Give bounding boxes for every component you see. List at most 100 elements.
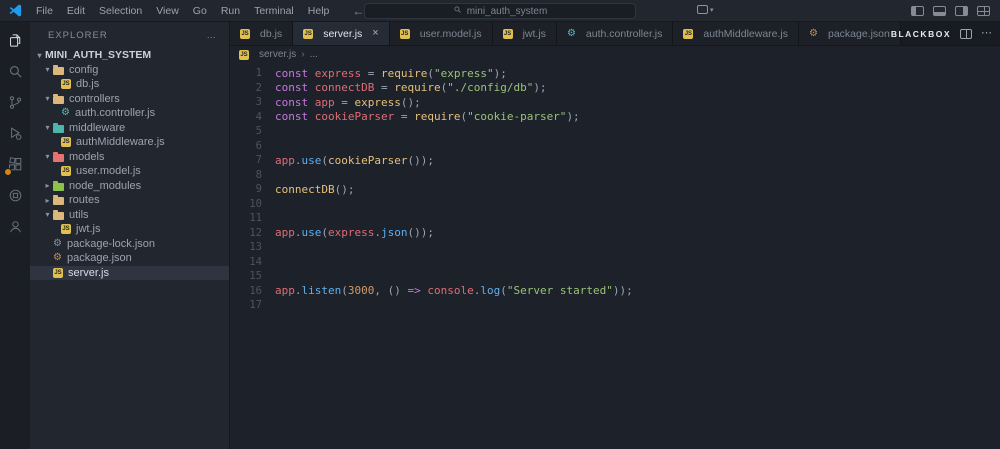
vscode-logo-icon	[8, 3, 23, 18]
code-line[interactable]: 15	[230, 269, 1000, 284]
file-tree: ▾ MINI_AUTH_SYSTEM ▾ config JS db.js ▾ controll…	[30, 48, 229, 280]
close-icon[interactable]: ×	[372, 28, 378, 39]
code-text: const cookieParser = require("cookie-par…	[275, 110, 580, 124]
tree-item-config[interactable]: ▾ config	[30, 63, 229, 78]
tab-bar: JS db.js JS server.js × JS user.model.js JS jwt.…	[230, 22, 1000, 46]
js-file-icon: JS	[683, 28, 694, 39]
editor-more-actions-icon[interactable]: ⋯	[981, 28, 992, 39]
tree-item-mini-auth-system[interactable]: ▾ MINI_AUTH_SYSTEM	[30, 48, 229, 63]
line-number: 14	[249, 255, 262, 268]
code-line[interactable]: 16 app.listen(3000, () => console.log("Se…	[230, 284, 1000, 299]
code-text: const app = express();	[275, 95, 421, 109]
line-number: 7	[255, 154, 262, 167]
code-line[interactable]: 8	[230, 168, 1000, 183]
code-line[interactable]: 5	[230, 124, 1000, 139]
chevron-down-icon: ▾	[45, 123, 50, 133]
code-line[interactable]: 7 app.use(cookieParser());	[230, 153, 1000, 168]
toggle-panel-icon[interactable]	[933, 5, 946, 16]
tree-item-label: user.model.js	[76, 165, 141, 178]
menu-run[interactable]: Run	[214, 5, 247, 17]
menu-selection[interactable]: Selection	[92, 5, 149, 17]
tree-item-label: package-lock.json	[66, 237, 156, 250]
code-line[interactable]: 9 connectDB();	[230, 182, 1000, 197]
tab-package-json[interactable]: ⚙ package.json	[799, 22, 901, 45]
gear-file-icon: ⚙	[61, 107, 70, 119]
tree-item-auth-controller-js[interactable]: ⚙ auth.controller.js	[30, 106, 229, 121]
tree-item-controllers[interactable]: ▾ controllers	[30, 92, 229, 107]
code-line[interactable]: 10	[230, 197, 1000, 212]
line-number: 3	[255, 96, 262, 109]
js-file-icon: JS	[303, 28, 314, 39]
blackbox-icon[interactable]	[4, 184, 26, 206]
menu-view[interactable]: View	[149, 5, 186, 17]
command-center-search[interactable]: mini_auth_system	[364, 3, 636, 19]
js-file-icon: JS	[240, 28, 250, 39]
tree-item-user-model-js[interactable]: JS user.model.js	[30, 164, 229, 179]
source-control-icon[interactable]	[4, 91, 26, 113]
tree-item-package-json[interactable]: ⚙ package.json	[30, 251, 229, 266]
tree-item-server-js[interactable]: JS server.js	[30, 265, 229, 280]
run-and-debug-icon[interactable]	[4, 122, 26, 144]
code-editor[interactable]: 1 const express = require("express"); 2 con…	[230, 63, 1000, 449]
tab-auth-controller-js[interactable]: ⚙ auth.controller.js	[556, 22, 674, 45]
line-number: 16	[249, 284, 262, 297]
code-line[interactable]: 17	[230, 298, 1000, 313]
tree-item-label: routes	[69, 194, 100, 207]
menu-edit[interactable]: Edit	[60, 5, 92, 17]
tree-item-models[interactable]: ▾ models	[30, 150, 229, 165]
js-file-icon: JS	[61, 166, 71, 177]
tree-item-routes[interactable]: ▸ routes	[30, 193, 229, 208]
toggle-secondary-sidebar-icon[interactable]	[955, 5, 968, 16]
code-text: connectDB();	[275, 182, 355, 196]
code-line[interactable]: 13	[230, 240, 1000, 255]
tab-db-js[interactable]: JS db.js	[230, 22, 294, 45]
toggle-primary-sidebar-icon[interactable]	[911, 5, 924, 16]
tree-item-package-lock-json[interactable]: ⚙ package-lock.json	[30, 237, 229, 252]
tab-user-model-js[interactable]: JS user.model.js	[389, 22, 493, 45]
tree-item-utils[interactable]: ▾ utils	[30, 208, 229, 223]
tab-server-js[interactable]: JS server.js ×	[293, 22, 390, 45]
tree-item-label: auth.controller.js	[74, 107, 156, 120]
explorer-icon[interactable]	[4, 29, 26, 51]
tab-jwt-js[interactable]: JS jwt.js	[492, 22, 557, 45]
folder-icon	[53, 64, 64, 75]
code-line[interactable]: 14	[230, 255, 1000, 270]
tab-authmiddleware-js[interactable]: JS authMiddleware.js	[673, 22, 800, 45]
tree-item-authmiddleware-js[interactable]: JS authMiddleware.js	[30, 135, 229, 150]
menu-help[interactable]: Help	[301, 5, 337, 17]
customize-layout-icon[interactable]	[977, 5, 990, 16]
breadcrumb-file: server.js	[259, 49, 297, 60]
tree-item-db-js[interactable]: JS db.js	[30, 77, 229, 92]
tree-item-node-modules[interactable]: ▸ node_modules	[30, 179, 229, 194]
editor-group: JS db.js JS server.js × JS user.model.js JS jwt.…	[230, 22, 1000, 449]
back-icon[interactable]: ←	[352, 5, 364, 17]
menu-go[interactable]: Go	[186, 5, 214, 17]
menu-file[interactable]: File	[29, 5, 60, 17]
code-line[interactable]: 1 const express = require("express");	[230, 66, 1000, 81]
folder-icon	[53, 195, 64, 206]
code-line[interactable]: 2 const connectDB = require("./config/db"…	[230, 81, 1000, 96]
account-icon[interactable]	[4, 215, 26, 237]
tree-item-label: middleware	[69, 121, 126, 134]
tree-item-middleware[interactable]: ▾ middleware	[30, 121, 229, 136]
search-icon[interactable]	[4, 60, 26, 82]
code-line[interactable]: 6	[230, 139, 1000, 154]
folder-icon	[53, 209, 64, 220]
code-text: app.listen(3000, () => console.log("Serv…	[275, 284, 633, 298]
tree-item-jwt-js[interactable]: JS jwt.js	[30, 222, 229, 237]
line-number: 17	[249, 299, 262, 312]
code-line[interactable]: 3 const app = express();	[230, 95, 1000, 110]
js-file-icon: JS	[61, 224, 71, 235]
extensions-icon[interactable]	[4, 153, 26, 176]
code-text: const connectDB = require("./config/db")…	[275, 81, 547, 95]
split-editor-icon[interactable]	[960, 28, 972, 39]
code-line[interactable]: 11	[230, 211, 1000, 226]
title-bar: File Edit Selection View Go Run Terminal Help ←…	[0, 0, 1000, 22]
menu-terminal[interactable]: Terminal	[247, 5, 301, 17]
breadcrumb[interactable]: JS server.js › ...	[230, 46, 1000, 63]
layout-options-icon[interactable]: ▾	[697, 5, 714, 14]
folder-icon	[53, 151, 64, 162]
code-line[interactable]: 12 app.use(express.json());	[230, 226, 1000, 241]
more-actions-icon[interactable]: …	[207, 30, 218, 41]
code-line[interactable]: 4 const cookieParser = require("cookie-pa…	[230, 110, 1000, 125]
